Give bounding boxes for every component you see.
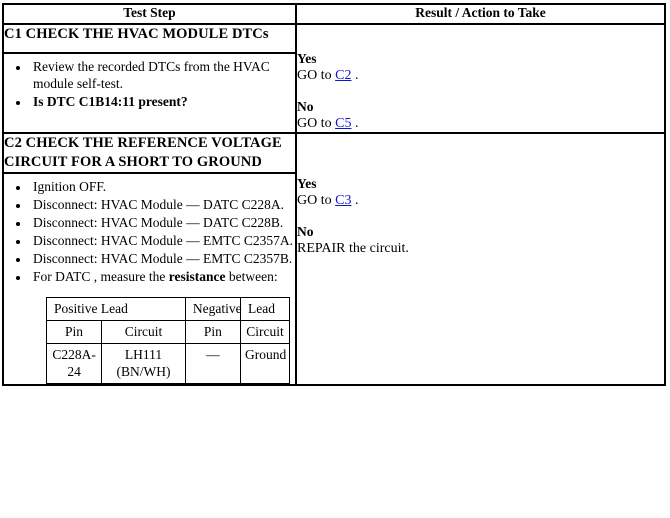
step-c1-yes-link[interactable]: C2 — [335, 68, 351, 83]
table-row: C228A-24 LH111 (BN/WH) — Ground — [45, 343, 291, 384]
column-header-test-step: Test Step — [3, 4, 296, 24]
diagnostic-test-table: Test Step Result / Action to Take C1 CHE… — [2, 3, 666, 386]
measurement-cell-negative-circuit: Ground — [239, 343, 291, 384]
step-c2-body: Ignition OFF. Disconnect: HVAC Module — … — [3, 173, 296, 385]
step-c2-title: C2 CHECK THE REFERENCE VOLTAGE CIRCUIT F… — [3, 133, 296, 173]
measure-prefix: For DATC , measure the — [33, 269, 169, 284]
measurement-header-negative-circuit: Circuit — [239, 320, 291, 344]
step-c1-yes-action-suffix: . — [351, 68, 359, 83]
step-c1-yes-action-prefix: GO to — [297, 68, 336, 83]
list-item: Review the recorded DTCs from the HVAC m… — [30, 58, 295, 92]
measurement-group-positive-lead: Positive Lead — [46, 297, 186, 321]
step-c1-yes-action: GO to C2 . — [297, 67, 664, 84]
list-item: Disconnect: HVAC Module — DATC C228A. — [30, 196, 295, 213]
step-c1-bullet-list: Review the recorded DTCs from the HVAC m… — [4, 58, 295, 110]
step-c1-no-action-prefix: GO to — [297, 116, 336, 131]
measurement-header-negative-pin: Pin — [184, 320, 241, 344]
list-item: Is DTC C1B14:11 present? — [30, 93, 295, 110]
step-c1-title-row: C1 CHECK THE HVAC MODULE DTCs Yes GO to … — [3, 24, 665, 133]
measure-suffix: between: — [225, 269, 278, 284]
measure-bold-word: resistance — [168, 269, 226, 284]
step-c2-no-label: No — [297, 224, 314, 239]
step-c1-title: C1 CHECK THE HVAC MODULE DTCs — [3, 24, 296, 53]
step-c1-no-action-suffix: . — [351, 116, 359, 131]
measurement-cell-negative-pin: — — [184, 343, 241, 384]
measurement-cell-positive-pin: C228A-24 — [45, 343, 103, 384]
step-c2-yes-label: Yes — [297, 176, 317, 191]
step-c2-result-cell: Yes GO to C3 . No REPAIR the circuit. — [296, 133, 665, 385]
step-c1-body: Review the recorded DTCs from the HVAC m… — [3, 52, 296, 133]
column-header-result-action: Result / Action to Take — [296, 4, 665, 24]
step-c2-yes-action-suffix: . — [351, 193, 359, 208]
table-header: Test Step Result / Action to Take — [3, 4, 665, 24]
measurement-cell-positive-circuit: LH111 (BN/WH) — [101, 343, 186, 384]
list-item: Ignition OFF. — [30, 178, 295, 195]
measurement-group-lead: Lead — [239, 297, 291, 321]
list-item: Disconnect: HVAC Module — EMTC C2357B. — [30, 250, 295, 267]
list-item-measure: For DATC , measure the resistance betwee… — [30, 268, 295, 285]
measurement-group-header-row: Positive Lead Negative Lead — [46, 297, 291, 321]
step-c1-no-action: GO to C5 . — [297, 115, 664, 132]
table-header-row: Test Step Result / Action to Take — [3, 4, 665, 24]
step-c2-yes-action: GO to C3 . — [297, 192, 664, 209]
step-c1-no-label: No — [297, 99, 314, 114]
list-item: Disconnect: HVAC Module — DATC C228B. — [30, 214, 295, 231]
measurement-header-positive-circuit: Circuit — [101, 320, 186, 344]
measurement-table: Positive Lead Negative Lead Pin Circuit … — [45, 297, 291, 384]
measurement-column-header-row: Pin Circuit Pin Circuit — [45, 320, 291, 344]
step-c2-yes-link[interactable]: C3 — [335, 193, 351, 208]
measurement-group-negative: Negative — [184, 297, 242, 321]
step-c1-result-cell: Yes GO to C2 . No GO to C5 . — [296, 24, 665, 133]
step-c2-title-row: C2 CHECK THE REFERENCE VOLTAGE CIRCUIT F… — [3, 133, 665, 385]
step-c2-yes-action-prefix: GO to — [297, 193, 336, 208]
measurement-header-positive-pin: Pin — [45, 320, 103, 344]
step-c2-bullet-list: Ignition OFF. Disconnect: HVAC Module — … — [4, 178, 295, 285]
list-item: Disconnect: HVAC Module — EMTC C2357A. — [30, 232, 295, 249]
step-c1-no-link[interactable]: C5 — [335, 116, 351, 131]
step-c2-no-action: REPAIR the circuit. — [297, 241, 409, 256]
pinpoint-test-page: Test Step Result / Action to Take C1 CHE… — [0, 3, 670, 518]
step-c1-yes-label: Yes — [297, 51, 317, 66]
